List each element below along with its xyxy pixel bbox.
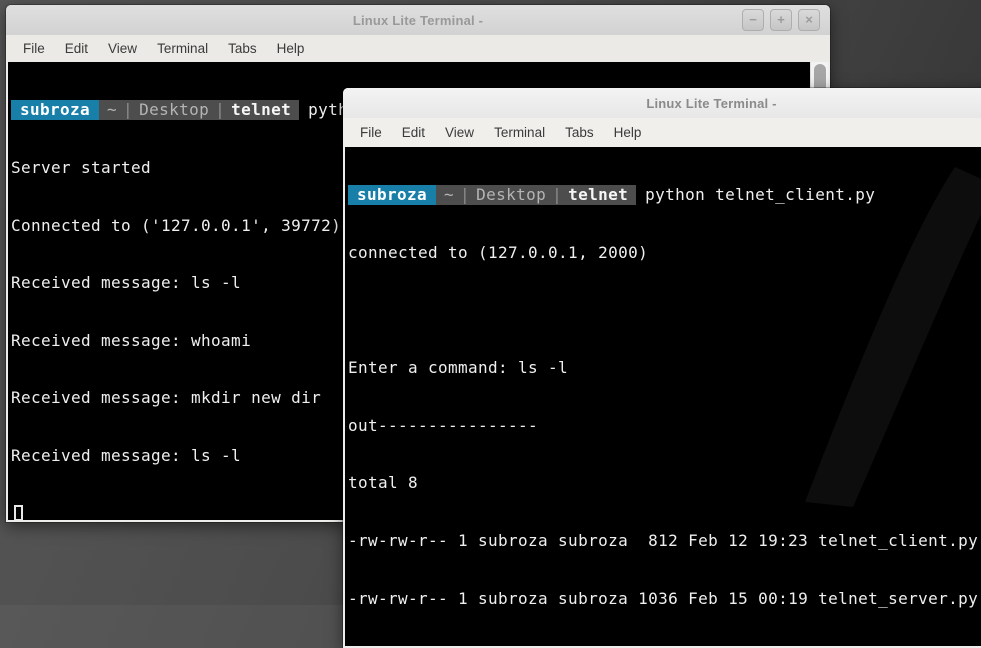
menu-tabs[interactable]: Tabs <box>220 38 265 59</box>
menu-view[interactable]: View <box>437 122 482 143</box>
prompt-separator: | <box>460 185 471 205</box>
prompt-separator: | <box>123 100 134 120</box>
terminal-line: out---------------- <box>348 415 539 435</box>
prompt-dir: Desktop <box>476 185 547 205</box>
prompt-current-dir: telnet <box>568 185 629 205</box>
terminal-cursor <box>14 504 23 520</box>
command-text: python telnet_client.py <box>645 185 876 205</box>
terminal-text: subroza ~ | Desktop | telnet python telnet_cli… <box>345 147 981 646</box>
terminal-line: connected to (127.0.0.1, 2000) <box>348 243 649 262</box>
titlebar[interactable]: Linux Lite Terminal - − + × <box>6 5 830 35</box>
shell-prompt: subroza ~ | Desktop | telnet python telnet_cli… <box>348 185 981 205</box>
prompt-separator: | <box>552 185 563 205</box>
menu-help[interactable]: Help <box>606 122 650 143</box>
desktop: { "theme": { "desktop_bg_top": "#585858"… <box>0 0 981 648</box>
maximize-button[interactable]: + <box>770 9 792 31</box>
titlebar[interactable]: Linux Lite Terminal - <box>343 88 981 118</box>
prompt-user-chip: subroza <box>348 185 437 205</box>
window-controls: − + × <box>742 9 820 31</box>
terminal-area: subroza ~ | Desktop | telnet python telnet_cli… <box>345 147 981 646</box>
terminal-output-client[interactable]: subroza ~ | Desktop | telnet python telnet_cli… <box>345 147 981 646</box>
menu-file[interactable]: File <box>15 38 53 59</box>
window-title: Linux Lite Terminal - <box>646 95 777 111</box>
menubar: File Edit View Terminal Tabs Help <box>343 118 981 147</box>
prompt-dir: Desktop <box>139 100 210 120</box>
menu-terminal[interactable]: Terminal <box>486 122 553 143</box>
terminal-line: Enter a command: ls -l <box>348 358 569 378</box>
menu-file[interactable]: File <box>352 122 390 143</box>
prompt-path-chip: ~ | Desktop | telnet <box>99 100 300 120</box>
menu-edit[interactable]: Edit <box>57 38 96 59</box>
menubar: File Edit View Terminal Tabs Help <box>6 35 830 62</box>
prompt-separator: | <box>215 100 226 120</box>
menu-help[interactable]: Help <box>269 38 313 59</box>
prompt-path-chip: ~ | Desktop | telnet <box>436 185 637 205</box>
terminal-window-client: Linux Lite Terminal - File Edit View Ter… <box>343 88 981 648</box>
prompt-current-dir: telnet <box>231 100 292 120</box>
prompt-home: ~ <box>444 185 455 205</box>
menu-edit[interactable]: Edit <box>394 122 433 143</box>
prompt-home: ~ <box>107 100 118 120</box>
menu-terminal[interactable]: Terminal <box>149 38 216 59</box>
terminal-line: -rw-rw-r-- 1 subroza subroza 812 Feb 12 … <box>348 530 979 550</box>
terminal-line: total 8 <box>348 473 419 493</box>
window-title: Linux Lite Terminal - <box>352 12 484 28</box>
menu-tabs[interactable]: Tabs <box>557 122 602 143</box>
prompt-user-chip: subroza <box>11 100 100 120</box>
menu-view[interactable]: View <box>100 38 145 59</box>
minimize-button[interactable]: − <box>742 9 764 31</box>
close-button[interactable]: × <box>798 9 820 31</box>
